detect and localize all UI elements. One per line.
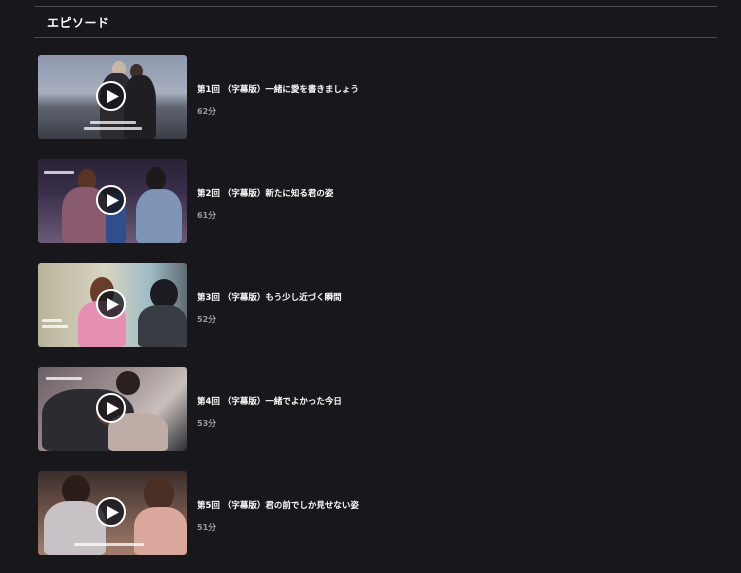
episode-title[interactable]: 第3回 （字幕版）もう少し近づく瞬間 xyxy=(197,291,342,303)
episode-title[interactable]: 第4回 （字幕版）一緒でよかった今日 xyxy=(197,395,342,407)
episode-thumbnail[interactable] xyxy=(38,159,187,243)
play-icon xyxy=(107,90,119,103)
play-button[interactable] xyxy=(96,393,126,423)
episode-list: 第1回 （字幕版）一緒に愛を書きましょう 62分 第2回 （字幕版）新たに知る君… xyxy=(38,55,718,573)
episode-duration: 62分 xyxy=(197,107,217,116)
episode-item[interactable]: 第5回 （字幕版）君の前でしか見せない姿 51分 xyxy=(38,471,718,555)
section-header: エピソード xyxy=(34,6,717,38)
episode-title[interactable]: 第2回 （字幕版）新たに知る君の姿 xyxy=(197,187,333,199)
episode-item[interactable]: 第3回 （字幕版）もう少し近づく瞬間 52分 xyxy=(38,263,718,347)
play-icon xyxy=(107,402,119,415)
episode-title[interactable]: 第5回 （字幕版）君の前でしか見せない姿 xyxy=(197,499,359,511)
episode-item[interactable]: 第4回 （字幕版）一緒でよかった今日 53分 xyxy=(38,367,718,451)
play-button[interactable] xyxy=(96,81,126,111)
episode-title[interactable]: 第1回 （字幕版）一緒に愛を書きましょう xyxy=(197,83,359,95)
play-button[interactable] xyxy=(96,497,126,527)
play-icon xyxy=(107,194,119,207)
episode-thumbnail[interactable] xyxy=(38,367,187,451)
episode-thumbnail[interactable] xyxy=(38,471,187,555)
play-icon xyxy=(107,506,119,519)
episode-duration: 51分 xyxy=(197,523,217,532)
episode-thumbnail[interactable] xyxy=(38,55,187,139)
episode-duration: 61分 xyxy=(197,211,217,220)
episode-duration: 52分 xyxy=(197,315,217,324)
episode-duration: 53分 xyxy=(197,419,217,428)
episode-thumbnail[interactable] xyxy=(38,263,187,347)
episode-page: エピソード 第1回 （字幕版）一緒に愛を書きましょう 62分 第2回 （字幕版）… xyxy=(0,0,741,573)
episode-item[interactable]: 第1回 （字幕版）一緒に愛を書きましょう 62分 xyxy=(38,55,718,139)
play-icon xyxy=(107,298,119,311)
episode-item[interactable]: 第2回 （字幕版）新たに知る君の姿 61分 xyxy=(38,159,718,243)
section-title: エピソード xyxy=(47,16,110,30)
play-button[interactable] xyxy=(96,289,126,319)
play-button[interactable] xyxy=(96,185,126,215)
